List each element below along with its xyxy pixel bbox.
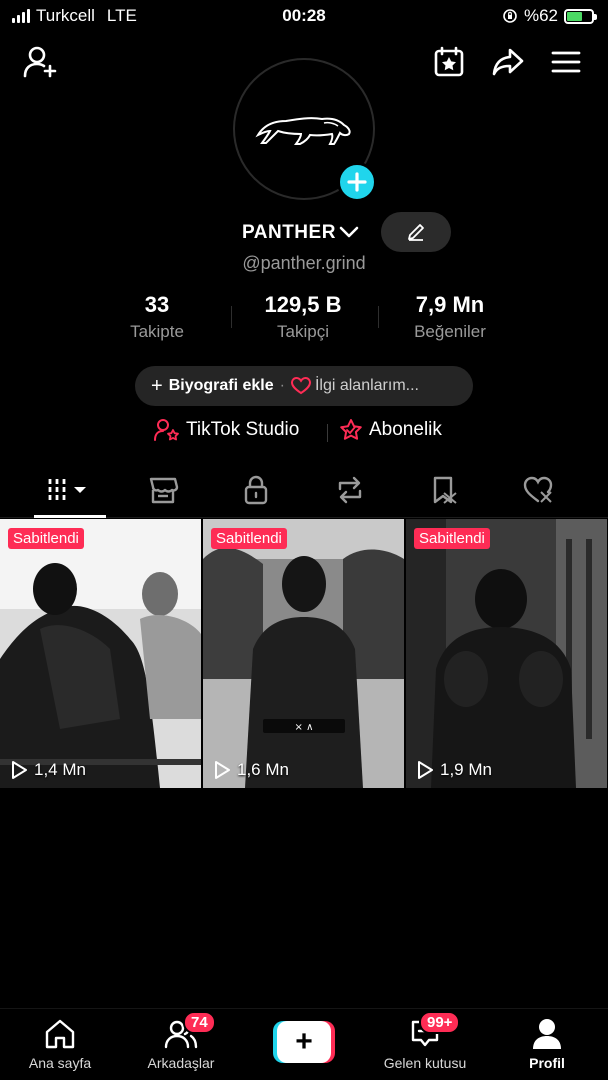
tab-private[interactable] xyxy=(226,466,286,514)
content-tabs xyxy=(0,466,608,518)
display-name[interactable]: PANTHER xyxy=(242,222,336,244)
likes-label: Beğeniler xyxy=(414,322,486,341)
likes-count: 7,9 Mn xyxy=(415,292,485,317)
pencil-icon xyxy=(408,224,424,241)
nav-home[interactable]: Ana sayfa xyxy=(0,1017,120,1071)
status-bar: Turkcell LTE 00:28 %62 xyxy=(0,0,608,32)
tab-shop[interactable] xyxy=(133,466,193,514)
tiktok-studio-link[interactable]: TikTok Studio xyxy=(154,418,299,442)
lock-icon xyxy=(244,475,268,505)
nav-friends-label: Arkadaşlar xyxy=(147,1055,215,1071)
view-count: 1,4 Mn xyxy=(10,760,86,780)
chevron-down-icon[interactable] xyxy=(339,224,359,240)
video-tile[interactable]: Sabitlendi 1,9 Mn xyxy=(406,519,607,788)
profile-stats: 33 Takipte 129,5 B Takipçi 7,9 Mn Beğeni… xyxy=(0,292,608,346)
video-thumbnail xyxy=(406,519,607,788)
bio-separator: · xyxy=(279,377,285,394)
tab-videos[interactable] xyxy=(40,466,100,514)
calendar-button[interactable] xyxy=(429,42,469,82)
inbox-badge: 99+ xyxy=(419,1011,461,1034)
followers-count: 129,5 B xyxy=(264,292,342,317)
pinned-badge: Sabitlendi xyxy=(414,528,490,549)
interests-label[interactable]: İlgi alanlarım... xyxy=(315,377,419,395)
video-tile[interactable]: × ∧ Sabitlendi 1,6 Mn xyxy=(203,519,404,788)
plus-icon xyxy=(347,172,367,192)
bottom-nav: Ana sayfa 74 Arkadaşlar + 99+ Gelen kutu… xyxy=(0,1008,608,1080)
menu-button[interactable] xyxy=(546,42,586,82)
tab-liked[interactable] xyxy=(508,466,568,514)
active-tab-indicator xyxy=(34,515,106,518)
tab-favorites[interactable] xyxy=(415,466,475,514)
followers-label: Takipçi xyxy=(277,322,329,341)
liked-icon xyxy=(523,476,553,503)
share-profile-button[interactable] xyxy=(488,42,528,82)
nav-inbox[interactable]: 99+ Gelen kutusu xyxy=(365,1011,485,1071)
subscription-star-icon xyxy=(340,419,362,440)
heart-icon xyxy=(290,377,311,395)
subscription-link[interactable]: Abonelik xyxy=(339,418,442,442)
favorites-icon xyxy=(433,476,457,504)
videos-grid-icon xyxy=(48,479,86,501)
battery-percent: %62 xyxy=(523,6,558,25)
plus-icon: + xyxy=(151,374,163,397)
video-thumbnail: × ∧ xyxy=(203,519,404,788)
repost-icon xyxy=(338,476,362,504)
view-count: 1,6 Mn xyxy=(213,760,289,780)
tiktok-studio-label: TikTok Studio xyxy=(186,419,300,440)
add-user-icon xyxy=(23,46,57,78)
video-tile[interactable]: Sabitlendi 1,4 Mn xyxy=(0,519,201,788)
view-count-label: 1,9 Mn xyxy=(440,760,492,779)
username-handle: @panther.grind xyxy=(242,253,366,273)
edit-profile-button[interactable] xyxy=(381,212,451,252)
panther-logo-icon xyxy=(255,117,351,145)
bio-pill[interactable]: + Biyografi ekle · İlgi alanlarım... xyxy=(135,366,473,406)
creator-star-icon xyxy=(154,419,179,441)
video-grid: Sabitlendi 1,4 Mn × ∧ Sabitlendi 1,6 Mn xyxy=(0,519,608,788)
battery-icon xyxy=(564,8,597,24)
hamburger-menu-icon xyxy=(551,51,581,73)
tab-reposts[interactable] xyxy=(320,466,380,514)
share-icon xyxy=(492,48,524,76)
following-count: 33 xyxy=(144,292,170,317)
view-count-label: 1,4 Mn xyxy=(34,760,86,779)
pinned-badge: Sabitlendi xyxy=(211,528,287,549)
play-icon xyxy=(418,761,433,779)
create-button[interactable]: + xyxy=(273,1021,335,1063)
following-label: Takipte xyxy=(130,322,184,341)
video-thumbnail xyxy=(0,519,201,788)
orientation-lock-icon xyxy=(503,9,517,23)
play-icon xyxy=(215,761,230,779)
subscription-label: Abonelik xyxy=(369,419,442,440)
nav-inbox-label: Gelen kutusu xyxy=(383,1055,467,1071)
nav-profile[interactable]: Profil xyxy=(487,1017,607,1071)
svg-text:× ∧: × ∧ xyxy=(295,722,314,733)
friends-badge: 74 xyxy=(183,1011,216,1034)
nav-profile-label: Profil xyxy=(529,1055,565,1071)
view-count-label: 1,6 Mn xyxy=(237,760,289,779)
nav-home-label: Ana sayfa xyxy=(28,1055,92,1071)
add-avatar-button[interactable] xyxy=(337,162,377,202)
view-count: 1,9 Mn xyxy=(416,760,492,780)
followers-stat[interactable]: 129,5 B Takipçi xyxy=(243,292,363,342)
home-icon xyxy=(45,1019,75,1049)
create-icon: + xyxy=(277,1021,331,1063)
shop-icon xyxy=(149,477,179,504)
pinned-badge: Sabitlendi xyxy=(8,528,84,549)
play-icon xyxy=(12,761,27,779)
add-friend-button[interactable] xyxy=(20,42,60,82)
likes-stat[interactable]: 7,9 Mn Beğeniler xyxy=(390,292,510,342)
calendar-star-icon xyxy=(434,46,464,77)
nav-friends[interactable]: 74 Arkadaşlar xyxy=(121,1011,241,1071)
following-stat[interactable]: 33 Takipte xyxy=(107,292,207,342)
add-bio-label[interactable]: Biyografi ekle xyxy=(169,377,274,395)
profile-icon xyxy=(533,1019,561,1049)
